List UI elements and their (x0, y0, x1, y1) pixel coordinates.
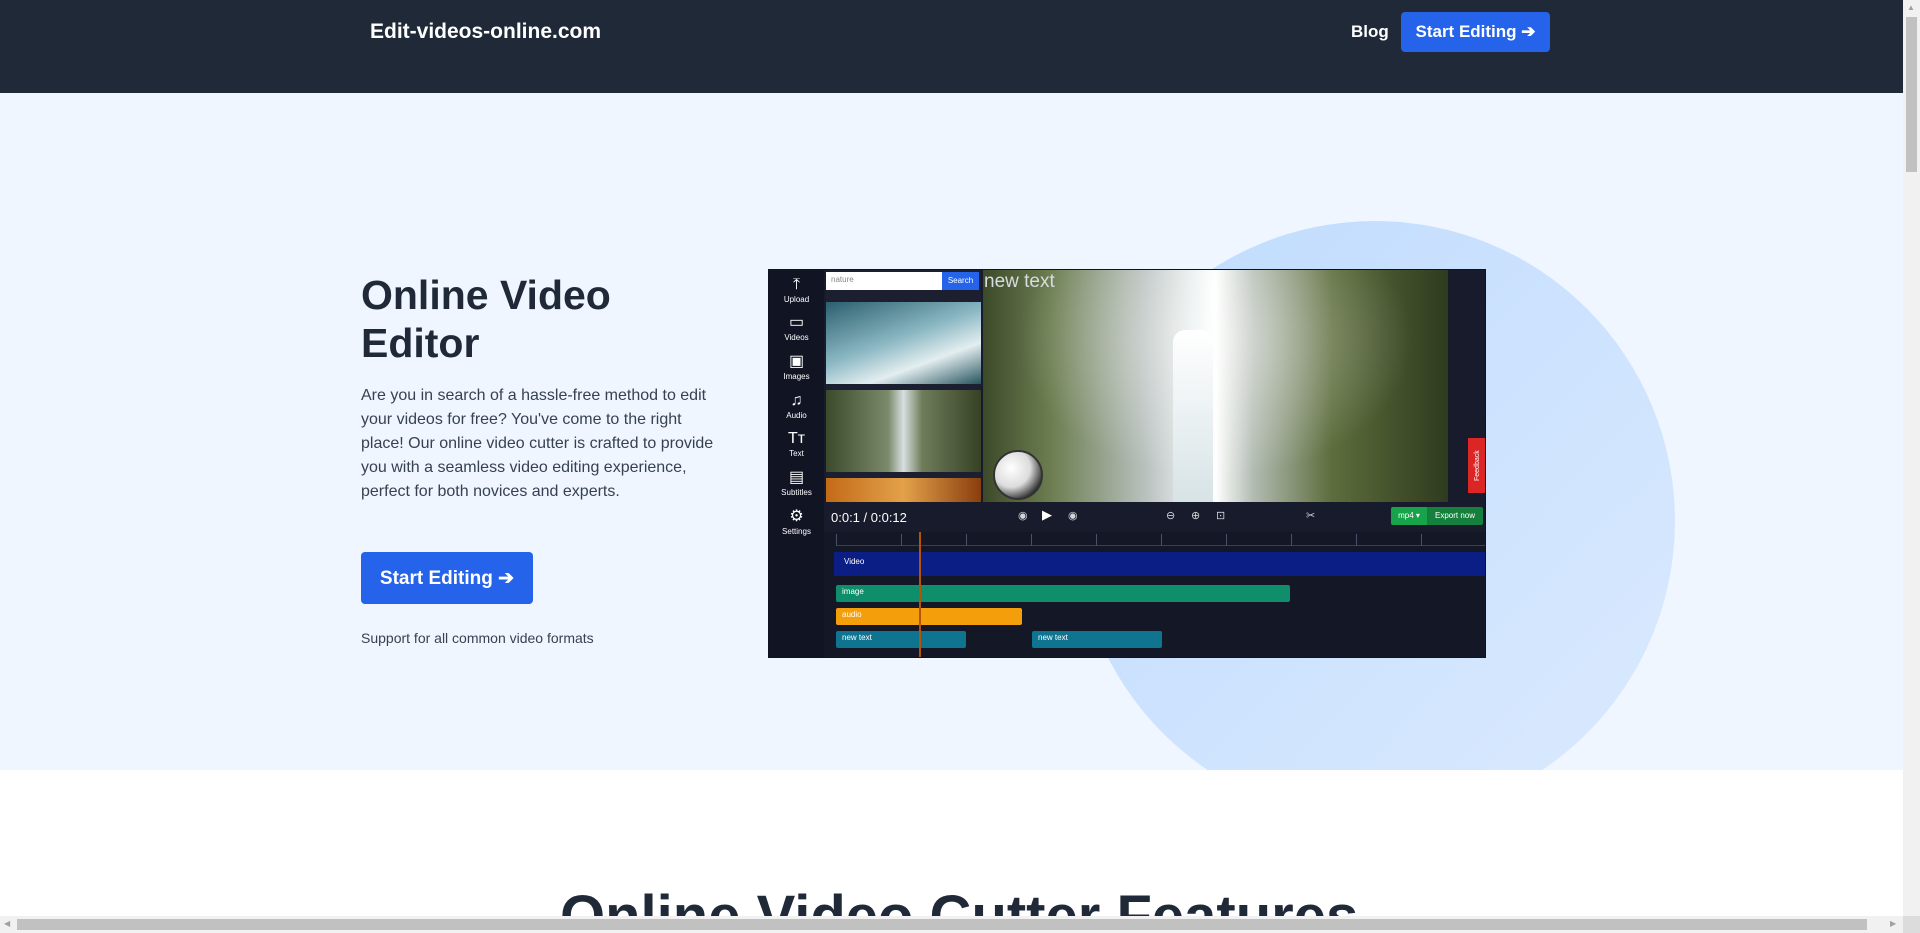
editor-preview-image: ⤒ Upload ▭ Videos ▣ Images ♫ Audio Tт Te… (768, 269, 1486, 658)
scroll-right-icon[interactable]: ▶ (1890, 919, 1896, 928)
scroll-up-icon[interactable]: ▲ (1907, 3, 1915, 12)
text-track: new text (836, 631, 966, 648)
sidebar-item-text: Tт Text (769, 430, 824, 458)
sidebar-item-videos: ▭ Videos (769, 314, 824, 342)
sidebar-item-label: Text (789, 449, 804, 458)
editor-sidebar: ⤒ Upload ▭ Videos ▣ Images ♫ Audio Tт Te… (769, 270, 824, 657)
horizontal-scrollbar[interactable]: ◀ ▶ (0, 916, 1903, 933)
sidebar-item-audio: ♫ Audio (769, 392, 824, 420)
skip-forward-icon: ◉ (1068, 510, 1078, 522)
image-icon: ▣ (788, 353, 805, 370)
upload-icon: ⤒ (792, 276, 801, 293)
media-thumbnail (826, 478, 981, 502)
hero-description: Are you in search of a hassle-free metho… (361, 387, 714, 500)
text-icon: Tт (787, 430, 806, 447)
vertical-scroll-thumb[interactable] (1906, 17, 1917, 172)
sidebar-item-settings: ⚙ Settings (769, 508, 824, 536)
vertical-scrollbar[interactable]: ▲ (1903, 0, 1920, 916)
sidebar-item-label: Audio (786, 411, 807, 420)
sidebar-item-label: Settings (782, 527, 811, 536)
hero-section: Online Video Editor Are you in search of… (0, 93, 1903, 770)
media-thumbnail (826, 390, 981, 472)
top-navbar: Edit-videos-online.com Blog Start Editin… (0, 0, 1903, 93)
sidebar-item-label: Upload (783, 295, 810, 304)
preview-overlay-text: new text (984, 271, 1055, 292)
media-library: nature Search (826, 270, 981, 502)
format-dropdown: mp4 ▾ (1391, 507, 1427, 525)
time-readout: 0:0:1 / 0:0:12 (831, 510, 907, 525)
sidebar-item-label: Subtitles (781, 488, 812, 497)
music-icon: ♫ (790, 392, 803, 409)
timeline: Video image audio new text new text (824, 532, 1485, 657)
text-track: new text (1032, 631, 1162, 648)
brand-logo-link[interactable]: Edit-videos-online.com (370, 20, 601, 44)
timeline-ruler (836, 534, 1485, 546)
scroll-left-icon[interactable]: ◀ (4, 919, 10, 928)
formats-note: Support for all common video formats (361, 630, 594, 646)
audio-track: audio (836, 608, 1022, 625)
blog-link[interactable]: Blog (1351, 22, 1389, 42)
hero-start-editing-button[interactable]: Start Editing ➔ (361, 552, 533, 604)
media-thumbnail (826, 302, 981, 384)
video-icon: ▭ (788, 314, 805, 331)
export-button: Export now (1427, 507, 1483, 525)
header-start-editing-button[interactable]: Start Editing ➔ (1401, 12, 1550, 52)
video-track: Video (834, 552, 1485, 576)
image-track: image (836, 585, 1290, 602)
media-search-button: Search (942, 272, 979, 290)
play-icon: ▶ (1042, 507, 1052, 522)
gear-icon: ⚙ (789, 508, 804, 525)
subtitles-icon: ▤ (788, 469, 805, 486)
playhead (919, 532, 921, 657)
video-preview (983, 270, 1448, 502)
feedback-tab: Feedback (1468, 438, 1485, 493)
horizontal-scroll-thumb[interactable] (17, 919, 1867, 930)
waterfall (1173, 330, 1213, 502)
fit-icon: ⊡ (1216, 510, 1226, 522)
hero-title: Online Video Editor (361, 272, 611, 366)
playback-controls: 0:0:1 / 0:0:12 ◉ ▶ ◉ ⊖ ⊕ ⊡ ✂ mp4 ▾ Expor… (824, 502, 1485, 532)
sidebar-item-subtitles: ▤ Subtitles (769, 469, 824, 497)
sidebar-item-upload: ⤒ Upload (769, 276, 824, 304)
sidebar-item-label: Videos (784, 333, 809, 342)
zoom-in-icon: ⊕ (1191, 510, 1201, 522)
sidebar-item-images: ▣ Images (769, 353, 824, 381)
scrollbar-corner (1903, 916, 1920, 933)
zoom-out-icon: ⊖ (1166, 510, 1176, 522)
soccer-ball-image (993, 450, 1043, 500)
skip-back-icon: ◉ (1018, 510, 1028, 522)
sidebar-item-label: Images (783, 372, 810, 381)
scissors-icon: ✂ (1306, 510, 1316, 522)
media-search-input: nature (826, 272, 942, 290)
